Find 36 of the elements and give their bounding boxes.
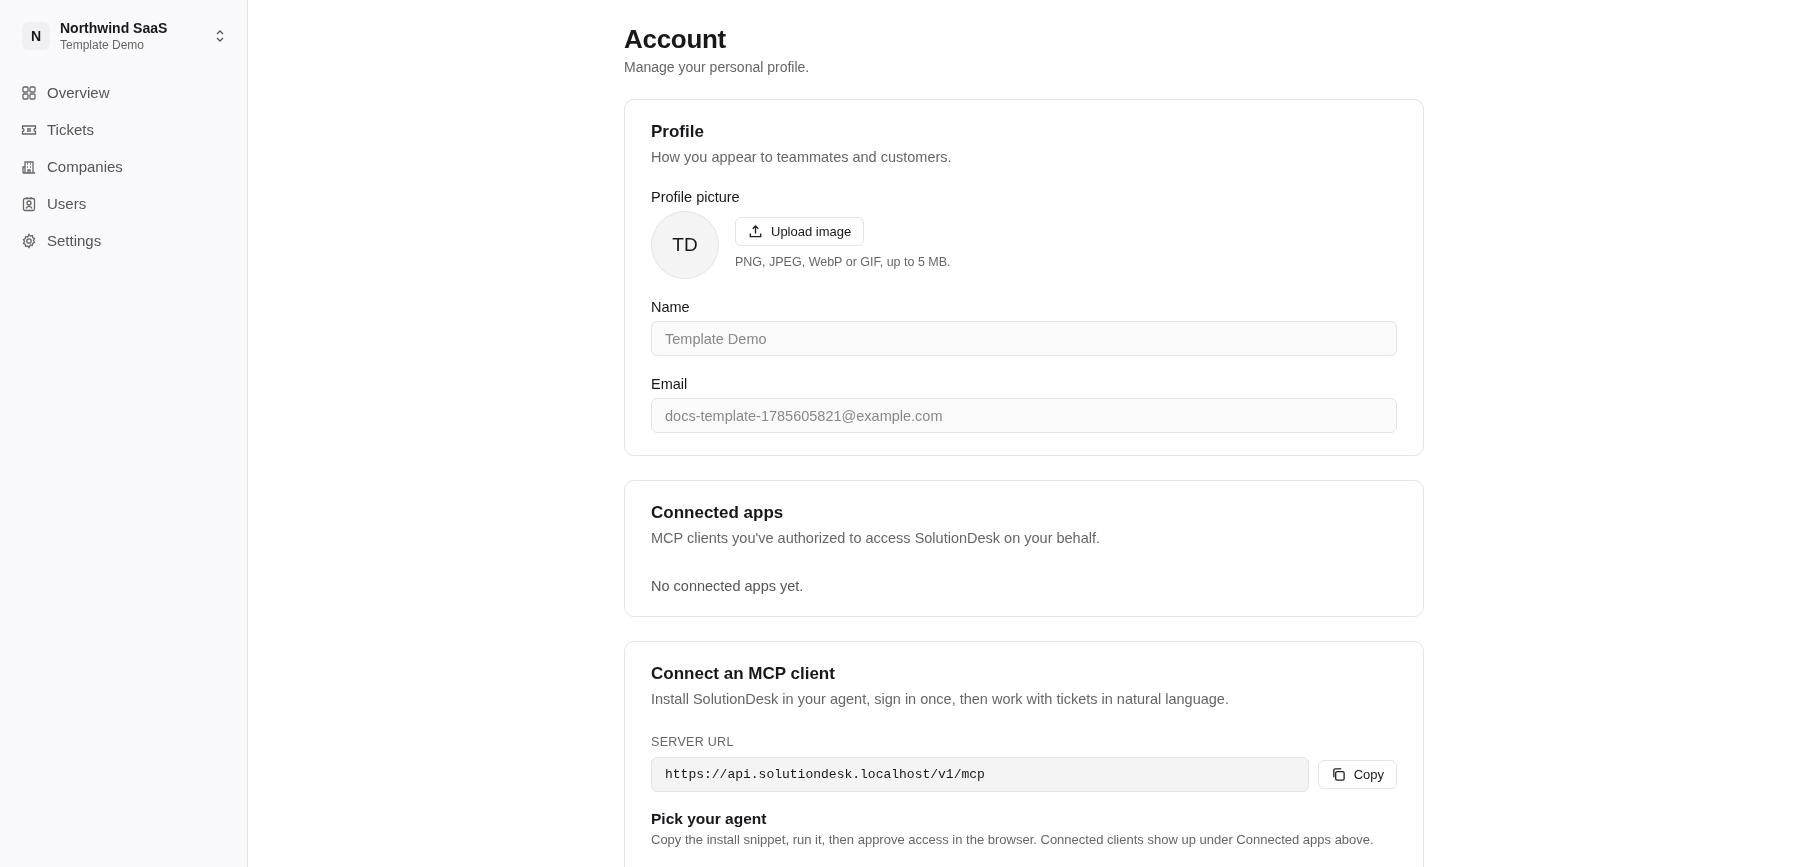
field-label: SERVER URL [651,735,735,749]
nav-item[interactable]: Overview [12,76,235,109]
workspace-name: Northwind SaaS [60,20,169,36]
copy-icon [1330,767,1346,782]
card-title: Connect an MCP client [651,664,836,684]
workspace-avatar: N [22,22,50,50]
building-icon [21,158,37,175]
card-description: Install SolutionDesk in your agent, sign in once, then work with tickets in natural language. [651,691,1230,707]
upload-image-button[interactable]: Upload image [735,217,865,246]
card-description: How you appear to teammates and customers. [651,149,953,165]
section-description: Copy the install snippet, run it, then approve access in the browser. Connected clients show up under Connected apps above. [651,832,1375,847]
copy-button[interactable]: Copy [1317,760,1397,789]
nav-item[interactable]: Settings [12,224,235,257]
section-title: Pick your agent [651,810,768,828]
grid-icon [21,84,37,101]
nav-item[interactable]: Users [12,187,235,220]
server-url-field[interactable]: https://api.solutiondesk.localhost/v1/mcp [651,757,1309,792]
card-title: Connected apps [651,503,785,523]
field-label: Email [651,376,689,392]
card-title: Profile [651,122,705,142]
field-label: Name [651,299,691,315]
avatar-circle: TD [651,211,719,279]
page-subtitle: Manage your personal profile. [624,59,811,75]
nav-item[interactable]: Companies [12,150,235,183]
workspace-switcher[interactable]: N Northwind SaaS Template Demo [12,18,235,54]
nav-item[interactable]: Tickets [12,113,235,146]
page-title: Account [624,24,727,55]
card-description: MCP clients you've authorized to access SolutionDesk on your behalf. [651,530,1102,546]
empty-state-text: No connected apps yet. [651,578,805,594]
workspace-subtitle: Template Demo [60,38,146,52]
settings-icon [21,232,37,249]
upload-hint: PNG, JPEG, WebP or GIF, up to 5 MB. [735,255,951,269]
user-badge-icon [21,195,37,212]
upload-icon [748,224,763,239]
chevron-up-down-icon [215,29,225,43]
field-label: Profile picture [651,189,741,205]
